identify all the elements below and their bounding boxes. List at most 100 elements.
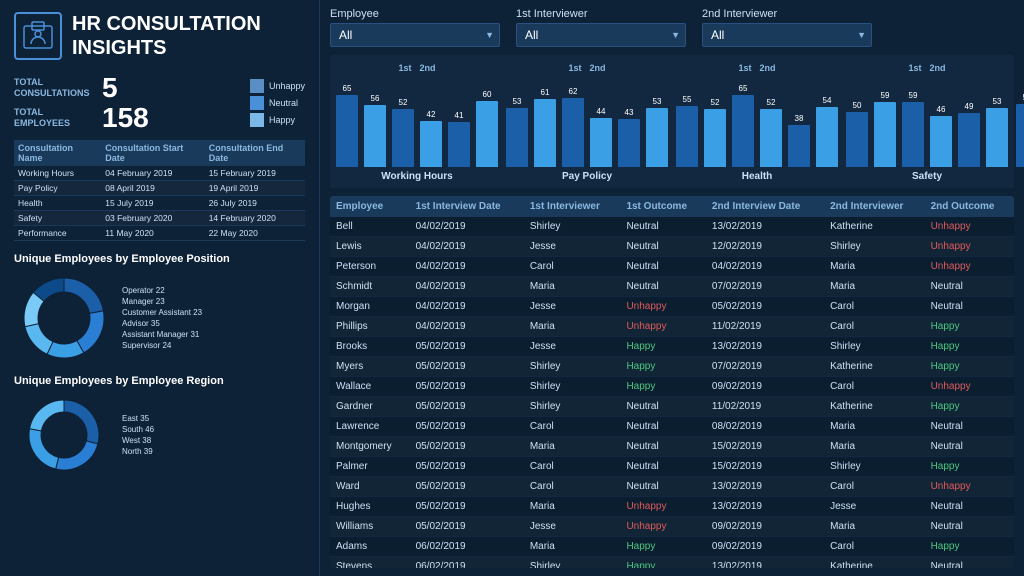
column-header: Employee xyxy=(330,196,410,217)
table-cell: 22 May 2020 xyxy=(205,226,305,241)
legend-item: Neutral xyxy=(250,96,305,110)
table-cell: 05/02/2019 xyxy=(410,337,524,357)
data-table-wrapper[interactable]: Employee1st Interview Date1st Interviewe… xyxy=(330,196,1014,568)
table-cell: Shirley xyxy=(524,397,621,417)
outcome-badge: Unhappy xyxy=(931,380,971,393)
bar-col: 53 xyxy=(986,97,1008,167)
table-cell: Happy xyxy=(925,537,1014,557)
column-header: 1st Interview Date xyxy=(410,196,524,217)
table-row: Working Hours04 February 201915 February… xyxy=(14,166,305,181)
table-row: Schmidt04/02/2019MariaNeutral07/02/2019M… xyxy=(330,277,1014,297)
region-chart-title: Unique Employees by Employee Region xyxy=(14,375,305,387)
table-cell: Happy xyxy=(620,357,705,377)
bar-col: 53 xyxy=(506,97,528,167)
table-row: Adams06/02/2019MariaHappy09/02/2019Carol… xyxy=(330,537,1014,557)
table-cell: Unhappy xyxy=(925,257,1014,277)
bar-value: 42 xyxy=(427,110,436,119)
bar-value: 38 xyxy=(795,114,804,123)
column-header: 2nd Interview Date xyxy=(706,196,824,217)
bar-value: 52 xyxy=(711,98,720,107)
bar-rect xyxy=(1016,104,1024,167)
bar-col: 52 xyxy=(392,98,414,167)
bar-col: 52 xyxy=(760,98,782,167)
table-cell: Katherine xyxy=(824,557,925,569)
outcome-badge: Unhappy xyxy=(931,480,971,493)
table-cell: Neutral xyxy=(925,497,1014,517)
outcome-badge: Happy xyxy=(626,540,655,553)
outcome-badge: Unhappy xyxy=(931,220,971,233)
table-cell: 15/02/2019 xyxy=(706,457,824,477)
bar-rect xyxy=(874,102,896,167)
table-row: Performance11 May 202022 May 2020 xyxy=(14,226,305,241)
table-cell: Phillips xyxy=(330,317,410,337)
table-cell: 05/02/2019 xyxy=(410,397,524,417)
position-label: Assistant Manager 31 xyxy=(122,330,202,339)
employee-select-wrapper[interactable]: All xyxy=(330,23,500,47)
outcome-badge: Neutral xyxy=(626,480,658,493)
table-cell: 13/02/2019 xyxy=(706,477,824,497)
outcome-badge: Happy xyxy=(626,380,655,393)
table-cell: 04 February 2019 xyxy=(101,166,204,181)
table-cell: Neutral xyxy=(925,437,1014,457)
table-cell: 04/02/2019 xyxy=(410,237,524,257)
outcome-badge: Neutral xyxy=(931,560,963,568)
table-cell: Unhappy xyxy=(620,517,705,537)
outcome-badge: Neutral xyxy=(626,460,658,473)
table-cell: 11 May 2020 xyxy=(101,226,204,241)
bar-value: 65 xyxy=(343,84,352,93)
table-cell: Carol xyxy=(824,477,925,497)
stats-section: TOTAL CONSULTATIONS 5 TOTAL EMPLOYEES 15… xyxy=(14,74,305,132)
table-row: Wallace05/02/2019ShirleyHappy09/02/2019C… xyxy=(330,377,1014,397)
table-cell: Performance xyxy=(14,226,101,241)
region-label: South 46 xyxy=(122,425,154,434)
table-row: Phillips04/02/2019MariaUnhappy11/02/2019… xyxy=(330,317,1014,337)
table-row: Lewis04/02/2019JesseNeutral12/02/2019Shi… xyxy=(330,237,1014,257)
bar-value: 46 xyxy=(937,105,946,114)
position-chart-title: Unique Employees by Employee Position xyxy=(14,253,305,265)
table-cell: 05/02/2019 xyxy=(410,377,524,397)
table-cell: Lewis xyxy=(330,237,410,257)
table-cell: Happy xyxy=(925,317,1014,337)
chart-2nd-label: 2nd xyxy=(590,63,606,73)
table-cell: Shirley xyxy=(524,557,621,569)
bar-value: 60 xyxy=(483,90,492,99)
outcome-badge: Unhappy xyxy=(626,320,666,333)
interviewer2-filter-label: 2nd Interviewer xyxy=(702,8,872,20)
table-cell: 04/02/2019 xyxy=(410,297,524,317)
table-cell: 26 July 2019 xyxy=(205,196,305,211)
table-cell: Shirley xyxy=(824,457,925,477)
interviewer1-select-wrapper[interactable]: All xyxy=(516,23,686,47)
table-cell: Carol xyxy=(824,297,925,317)
table-cell: Neutral xyxy=(925,297,1014,317)
bar-rect xyxy=(930,116,952,167)
table-cell: Happy xyxy=(925,337,1014,357)
column-header: 1st Interviewer xyxy=(524,196,621,217)
table-cell: Neutral xyxy=(620,477,705,497)
table-cell: Neutral xyxy=(620,237,705,257)
table-cell: Adams xyxy=(330,537,410,557)
table-cell: Jesse xyxy=(524,237,621,257)
chart-header: 1st2nd xyxy=(738,63,775,73)
position-label: Supervisor 24 xyxy=(122,341,202,350)
table-cell: Gardner xyxy=(330,397,410,417)
table-cell: Neutral xyxy=(620,437,705,457)
table-cell: Katherine xyxy=(824,397,925,417)
table-cell: Shirley xyxy=(524,357,621,377)
interviewer1-select[interactable]: All xyxy=(516,23,686,47)
region-labels: East 35South 46West 38North 39 xyxy=(122,414,154,456)
bar-value: 62 xyxy=(569,87,578,96)
interviewer2-select[interactable]: All xyxy=(702,23,872,47)
table-row: Brooks05/02/2019JesseHappy13/02/2019Shir… xyxy=(330,337,1014,357)
table-cell: 05/02/2019 xyxy=(410,437,524,457)
table-cell: Health xyxy=(14,196,101,211)
bar-rect xyxy=(816,107,838,167)
bar-rect xyxy=(846,112,868,167)
table-row: Myers05/02/2019ShirleyHappy07/02/2019Kat… xyxy=(330,357,1014,377)
outcome-badge: Neutral xyxy=(931,420,963,433)
employee-select[interactable]: All xyxy=(330,23,500,47)
interviewer2-select-wrapper[interactable]: All xyxy=(702,23,872,47)
region-label: East 35 xyxy=(122,414,154,423)
bar-rect xyxy=(506,108,528,167)
bar-rect xyxy=(986,108,1008,167)
bar-col: 43 xyxy=(618,108,640,167)
